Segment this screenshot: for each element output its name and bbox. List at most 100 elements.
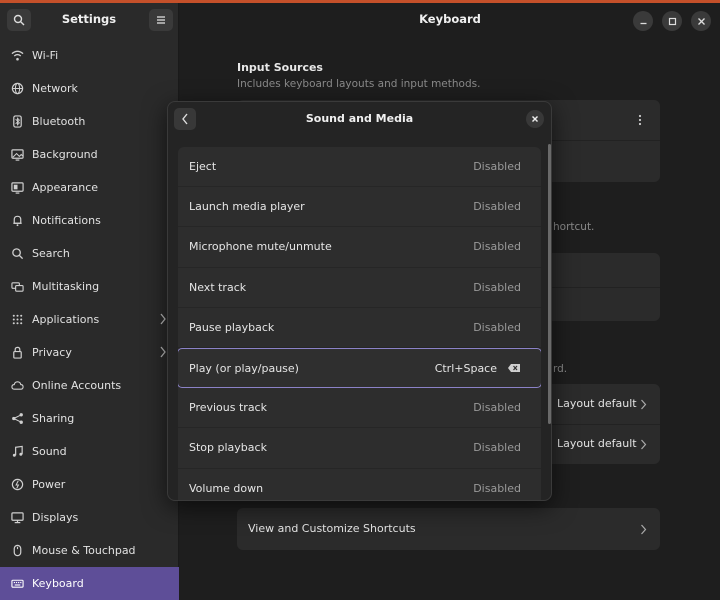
sidebar-item-sound[interactable]: Sound xyxy=(0,435,179,468)
sidebar-item-wifi[interactable]: Wi-Fi xyxy=(0,39,179,72)
display-icon xyxy=(10,511,24,525)
compose-key-value[interactable]: Layout default xyxy=(557,437,637,450)
shortcut-row-microphone-mute[interactable]: Microphone mute/unmute Disabled xyxy=(178,227,541,268)
hamburger-menu-icon xyxy=(157,16,165,24)
more-options-icon[interactable] xyxy=(637,114,643,126)
share-icon xyxy=(10,412,24,426)
keyboard-icon xyxy=(10,577,24,591)
shortcut-label: Pause playback xyxy=(189,320,275,334)
shortcut-label: Volume down xyxy=(189,481,264,495)
main-header: Keyboard xyxy=(180,3,720,37)
search-icon xyxy=(10,247,24,261)
sidebar-item-label: Applications xyxy=(32,313,100,326)
sidebar-item-label: Keyboard xyxy=(32,577,84,590)
sidebar-item-keyboard[interactable]: Keyboard xyxy=(0,567,179,600)
hand-icon xyxy=(10,346,24,360)
sidebar-item-background[interactable]: Background xyxy=(0,138,179,171)
chevron-right-icon xyxy=(641,439,647,450)
shortcut-value: Disabled xyxy=(473,240,521,254)
shortcut-row-pause-playback[interactable]: Pause playback Disabled xyxy=(178,308,541,348)
sidebar-item-network[interactable]: Network xyxy=(0,72,179,105)
bluetooth-icon xyxy=(10,115,24,129)
sidebar-item-label: Appearance xyxy=(32,181,99,194)
sidebar-item-appearance[interactable]: Appearance xyxy=(0,171,179,204)
music-note-icon xyxy=(10,445,24,459)
sidebar-item-applications[interactable]: Applications xyxy=(0,303,179,336)
shortcut-label: Play (or play/pause) xyxy=(189,361,299,375)
bell-icon xyxy=(10,214,24,228)
wifi-icon xyxy=(10,49,24,63)
sidebar-item-label: Sharing xyxy=(32,412,75,425)
sidebar-list: Wi-Fi Network Bluetooth Background Appea… xyxy=(0,39,179,600)
sidebar-item-multitasking[interactable]: Multitasking xyxy=(0,270,179,303)
maximize-icon xyxy=(668,17,676,25)
shortcut-value: Disabled xyxy=(473,481,521,495)
minimize-icon xyxy=(640,22,646,24)
sidebar-item-label: Online Accounts xyxy=(32,379,122,392)
shortcut-label: Stop playback xyxy=(189,441,267,455)
chevron-right-icon xyxy=(160,346,166,358)
appearance-icon xyxy=(10,181,24,195)
shortcut-row-previous-track[interactable]: Previous track Disabled xyxy=(178,388,541,429)
sidebar-item-label: Displays xyxy=(32,511,79,524)
dialog-title: Sound and Media xyxy=(305,112,414,125)
shortcut-row-stop-playback[interactable]: Stop playback Disabled xyxy=(178,428,541,469)
sidebar-item-power[interactable]: Power xyxy=(0,468,179,501)
cloud-icon xyxy=(10,379,24,393)
sidebar-item-label: Network xyxy=(32,82,78,95)
chevron-right-icon xyxy=(160,313,166,325)
sidebar-item-label: Mouse & Touchpad xyxy=(32,544,136,557)
close-icon xyxy=(697,17,705,25)
sidebar-item-label: Background xyxy=(32,148,98,161)
close-window-button[interactable] xyxy=(691,11,711,31)
shortcut-row-volume-down[interactable]: Volume down Disabled xyxy=(178,469,541,501)
sound-and-media-dialog: Sound and Media Eject Disabled Launch me… xyxy=(167,101,552,501)
sidebar-header: Settings xyxy=(0,3,178,37)
shortcut-label: Eject xyxy=(189,160,217,174)
alternate-characters-value[interactable]: Layout default xyxy=(557,397,637,410)
close-icon xyxy=(532,116,538,122)
multitasking-icon xyxy=(10,280,24,294)
shortcut-value: Ctrl+Space xyxy=(434,361,497,375)
sidebar-item-label: Wi-Fi xyxy=(32,49,59,62)
dialog-scrollbar[interactable] xyxy=(548,144,551,424)
sidebar-item-label: Notifications xyxy=(32,214,101,227)
sidebar-item-mouse-touchpad[interactable]: Mouse & Touchpad xyxy=(0,534,179,567)
background-icon xyxy=(10,148,24,162)
power-icon xyxy=(10,478,24,492)
view-customize-shortcuts-label: View and Customize Shortcuts xyxy=(248,522,416,535)
shortcut-row-launch-media-player[interactable]: Launch media player Disabled xyxy=(178,187,541,228)
sidebar-item-label: Sound xyxy=(32,445,67,458)
shortcut-value: Disabled xyxy=(473,320,521,334)
shortcut-row-play-pause[interactable]: Play (or play/pause) Ctrl+Space xyxy=(178,347,541,389)
minimize-button[interactable] xyxy=(633,11,653,31)
input-sources-title: Input Sources xyxy=(237,61,323,74)
maximize-button[interactable] xyxy=(662,11,682,31)
menu-button[interactable] xyxy=(149,9,173,31)
sidebar-item-search[interactable]: Search xyxy=(0,237,179,270)
sidebar-item-label: Power xyxy=(32,478,66,491)
shortcut-value: Disabled xyxy=(473,441,521,455)
view-customize-shortcuts-row[interactable]: View and Customize Shortcuts xyxy=(237,508,660,550)
network-icon xyxy=(10,82,24,96)
shortcut-hint-text: hortcut. xyxy=(553,221,595,233)
sidebar-item-online-accounts[interactable]: Online Accounts xyxy=(0,369,179,402)
dialog-close-button[interactable] xyxy=(526,110,544,128)
sidebar-item-sharing[interactable]: Sharing xyxy=(0,402,179,435)
sidebar-item-label: Bluetooth xyxy=(32,115,86,128)
sidebar-item-privacy[interactable]: Privacy xyxy=(0,336,179,369)
shortcut-row-eject[interactable]: Eject Disabled xyxy=(178,147,541,188)
mouse-icon xyxy=(10,544,24,558)
dialog-header: Sound and Media xyxy=(168,102,551,136)
shortcut-value: Disabled xyxy=(473,280,521,294)
chevron-right-icon xyxy=(641,399,647,410)
clear-shortcut-icon[interactable] xyxy=(507,363,521,373)
grid-icon xyxy=(10,313,24,327)
input-sources-subtitle: Includes keyboard layouts and input meth… xyxy=(237,78,481,90)
sidebar-item-displays[interactable]: Displays xyxy=(0,501,179,534)
sidebar-item-bluetooth[interactable]: Bluetooth xyxy=(0,105,179,138)
shortcut-label: Next track xyxy=(189,280,247,294)
shortcut-row-next-track[interactable]: Next track Disabled xyxy=(178,268,541,308)
sidebar-item-label: Search xyxy=(32,247,70,260)
sidebar-item-notifications[interactable]: Notifications xyxy=(0,204,179,237)
